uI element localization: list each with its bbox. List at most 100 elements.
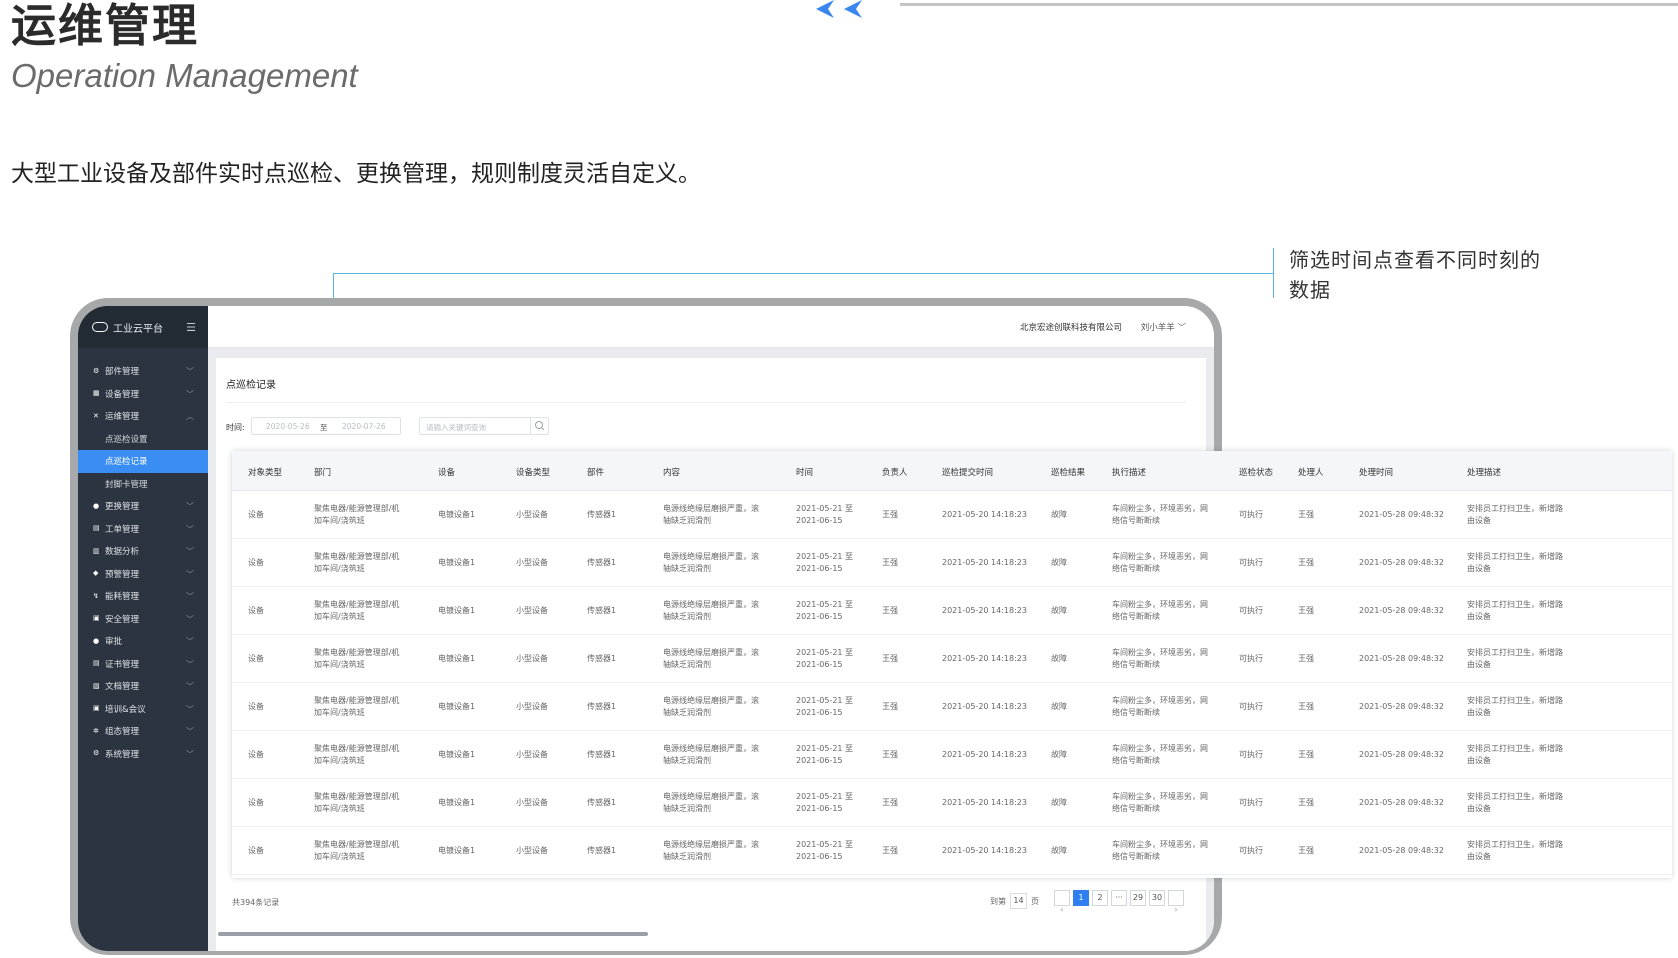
table-row[interactable]: 设备 聚焦电器/能源管理部/机 加车间/浇筑班 电镀设备1 小型设备 传感器1 电源线绝缘层…	[232, 635, 1672, 683]
page-description: 大型工业设备及部件实时点巡检、更换管理，规则制度灵活自定义。	[11, 161, 701, 187]
table-cell: 聚焦电器/能源管理部/机 加车间/浇筑班	[314, 840, 400, 861]
sidebar-item-label: 系统管理	[105, 749, 140, 760]
sidebar-item[interactable]: ▤ 证书管理 ﹀	[78, 653, 208, 676]
table-cell: 王强	[882, 654, 898, 663]
lock-icon: ▣	[93, 614, 100, 623]
total-records: 共394条记录	[232, 898, 280, 907]
sidebar-item[interactable]: ✲ 组态管理 ﹀	[78, 720, 208, 743]
table-cell: 2021-05-28 09:48:32	[1359, 750, 1444, 759]
user-menu[interactable]: 刘小羊羊 ﹀	[1141, 321, 1186, 333]
column-header[interactable]: 处理描述	[1467, 466, 1501, 478]
column-header[interactable]: 处理时间	[1359, 466, 1393, 478]
table-cell: 车间粉尘多，环境恶劣，网 络信号断断续	[1112, 792, 1208, 813]
table-cell: 王强	[1298, 558, 1314, 567]
column-header[interactable]: 设备类型	[516, 466, 550, 478]
column-header[interactable]: 设备	[438, 466, 455, 478]
table-cell: 故障	[1051, 510, 1067, 519]
sidebar-item[interactable]: ▦ 设备管理 ﹀	[78, 383, 208, 406]
table-cell: 车间粉尘多，环境恶劣，网 络信号断断续	[1112, 744, 1208, 765]
table-cell: 聚焦电器/能源管理部/机 加车间/浇筑班	[314, 744, 400, 765]
table-cell: 2021-05-28 09:48:32	[1359, 846, 1444, 855]
column-header[interactable]: 巡检结果	[1051, 466, 1085, 478]
sidebar-item-label: 部件管理	[105, 367, 140, 378]
table-row[interactable]: 设备 聚焦电器/能源管理部/机 加车间/浇筑班 电镀设备1 小型设备 传感器1 电源线绝缘层…	[232, 683, 1672, 731]
sidebar-subitem[interactable]: 封脚卡管理	[78, 473, 208, 496]
company-name: 北京宏途创联科技有限公司	[1019, 323, 1122, 333]
table-cell: 车间粉尘多，环境恶劣，网 络信号断断续	[1112, 696, 1208, 717]
page-button[interactable]: ···	[1111, 890, 1127, 906]
column-header[interactable]: 巡检提交时间	[942, 466, 993, 478]
callout-bar	[1273, 248, 1274, 298]
table-cell: 电镀设备1	[438, 702, 476, 711]
table-cell: 安排员工打扫卫生，新增路 由设备	[1467, 696, 1563, 717]
sidebar-item[interactable]: ● 更换管理 ﹀	[78, 495, 208, 518]
sidebar-nav: ⚙ 部件管理 ﹀ ▦ 设备管理 ﹀ ✕ 运维管理 ︿ 点巡检设置 点巡检记录 封脚卡管理 ● 更换管理 ﹀ ▤…	[78, 348, 208, 765]
search-input[interactable]: 请输入关键词查询	[419, 417, 549, 435]
sidebar-item[interactable]: ▤ 工单管理 ﹀	[78, 518, 208, 541]
table-cell: 可执行	[1239, 558, 1263, 567]
table-cell: 传感器1	[587, 702, 617, 711]
table-row[interactable]: 设备 聚焦电器/能源管理部/机 加车间/浇筑班 电镀设备1 小型设备 传感器1 电源线绝缘层…	[232, 731, 1672, 779]
column-header[interactable]: 部件	[587, 466, 604, 478]
column-header[interactable]: 部门	[314, 466, 331, 478]
table-row[interactable]: 设备 聚焦电器/能源管理部/机 加车间/浇筑班 电镀设备1 小型设备 传感器1 电源线绝缘层…	[232, 539, 1672, 587]
column-header[interactable]: 负责人	[882, 466, 908, 478]
table-cell: 2021-05-20 14:18:23	[942, 702, 1027, 711]
page-button[interactable]: 2	[1092, 890, 1108, 906]
table-cell: 电源线绝缘层磨损严重，滚 轴缺乏润滑剂	[663, 696, 759, 717]
page-button[interactable]: 29	[1130, 890, 1146, 906]
sidebar-subitem[interactable]: 点巡检设置	[78, 428, 208, 451]
date-range-picker[interactable]: 2020-05-26 至 2020-07-26	[251, 417, 401, 435]
grid-icon: ▦	[93, 389, 100, 398]
sidebar-item[interactable]: ▥ 数据分析 ﹀	[78, 540, 208, 563]
horizontal-scrollbar[interactable]	[218, 932, 648, 936]
sidebar-item[interactable]: ⚙ 部件管理 ﹀	[78, 360, 208, 383]
table-cell: 电源线绝缘层磨损严重，滚 轴缺乏润滑剂	[663, 840, 759, 861]
warning-icon: ◆	[93, 569, 99, 578]
page-subtitle: Operation Management	[11, 57, 358, 94]
column-header[interactable]: 执行描述	[1112, 466, 1146, 478]
sidebar-item[interactable]: ◆ 预警管理 ﹀	[78, 563, 208, 586]
page-button[interactable]: 1	[1073, 890, 1089, 906]
table-cell: 2021-05-20 14:18:23	[942, 654, 1027, 663]
table-row[interactable]: 设备 聚焦电器/能源管理部/机 加车间/浇筑班 电镀设备1 小型设备 传感器1 电源线绝缘层…	[232, 779, 1672, 827]
chevron-up-icon: ︿	[186, 412, 194, 421]
sidebar-item[interactable]: ▧ 文档管理 ﹀	[78, 675, 208, 698]
sidebar-subitem[interactable]: 点巡检记录	[78, 450, 208, 473]
table-cell: 电源线绝缘层磨损严重，滚 轴缺乏润滑剂	[663, 600, 759, 621]
column-header[interactable]: 对象类型	[248, 466, 282, 478]
goto-page: 到第 14 页	[990, 893, 1039, 909]
chevron-down-icon: ﹀	[186, 389, 194, 399]
sidebar-item-label: 工单管理	[105, 524, 140, 535]
search-button[interactable]	[530, 418, 548, 434]
column-header[interactable]: 巡检状态	[1239, 466, 1273, 478]
folder-icon: ▧	[93, 681, 100, 690]
panel-title: 点巡检记录	[226, 380, 276, 391]
table-row[interactable]: 设备 聚焦电器/能源管理部/机 加车间/浇筑班 电镀设备1 小型设备 传感器1 电源线绝缘层…	[232, 827, 1672, 875]
app-logo[interactable]: 工业云平台 ☰	[78, 306, 208, 348]
menu-toggle-icon[interactable]: ☰	[186, 321, 196, 334]
column-header[interactable]: 处理人	[1298, 466, 1324, 478]
goto-page-input[interactable]: 14	[1010, 893, 1027, 909]
table-cell: 小型设备	[516, 510, 548, 519]
table-cell: 2021-05-20 14:18:23	[942, 798, 1027, 807]
sidebar-item[interactable]: ▣ 培训&会议 ﹀	[78, 698, 208, 721]
table-row[interactable]: 设备 聚焦电器/能源管理部/机 加车间/浇筑班 电镀设备1 小型设备 传感器1 电源线绝缘层…	[232, 491, 1672, 539]
next-page-button[interactable]: ›	[1168, 890, 1184, 914]
column-header[interactable]: 内容	[663, 466, 680, 478]
sidebar-item[interactable]: ⚙ 系统管理 ﹀	[78, 743, 208, 766]
date-end[interactable]: 2020-07-26	[342, 422, 386, 431]
table-cell: 安排员工打扫卫生，新增路 由设备	[1467, 648, 1563, 669]
column-header[interactable]: 时间	[796, 466, 813, 478]
sidebar-item[interactable]: ↯ 能耗管理 ﹀	[78, 585, 208, 608]
sidebar-item[interactable]: ▣ 安全管理 ﹀	[78, 608, 208, 631]
sidebar-item[interactable]: ● 审批 ﹀	[78, 630, 208, 653]
table-row[interactable]: 设备 聚焦电器/能源管理部/机 加车间/浇筑班 电镀设备1 小型设备 传感器1 电源线绝缘层…	[232, 587, 1672, 635]
page-button[interactable]: 30	[1149, 890, 1165, 906]
sidebar-item[interactable]: ✕ 运维管理 ︿	[78, 405, 208, 428]
table-cell: 电镀设备1	[438, 558, 476, 567]
date-start[interactable]: 2020-05-26	[266, 422, 310, 431]
table-cell: 设备	[248, 510, 264, 519]
person-icon: ●	[93, 636, 100, 645]
prev-page-button[interactable]: ‹	[1054, 890, 1070, 914]
